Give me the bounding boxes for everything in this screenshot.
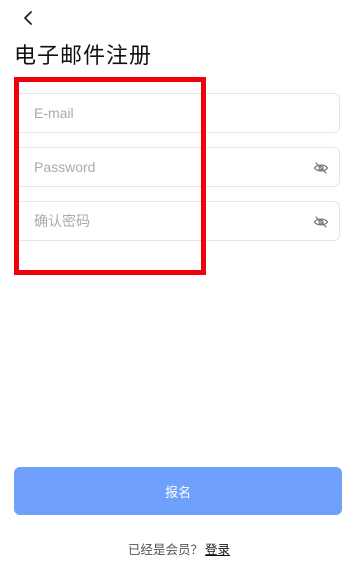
confirm-password-input[interactable]: [34, 202, 304, 240]
register-button[interactable]: 报名: [14, 467, 342, 515]
email-field[interactable]: [14, 93, 340, 133]
login-link[interactable]: 登录: [205, 542, 230, 557]
eye-off-icon[interactable]: [313, 214, 329, 230]
login-prompt: 已经是会员？ 登录: [0, 539, 358, 558]
back-button[interactable]: [14, 4, 42, 32]
signup-page: 电子邮件注册 报名 已经是会员？登录: [0, 0, 358, 566]
page-title: 电子邮件注册: [14, 44, 153, 69]
confirm-password-field[interactable]: [14, 201, 340, 241]
chevron-left-icon: [24, 11, 32, 25]
login-prompt-text: 已经是会员？: [127, 542, 203, 557]
email-input[interactable]: [34, 94, 304, 132]
password-input[interactable]: [34, 148, 304, 186]
eye-off-icon[interactable]: [313, 160, 329, 176]
password-field[interactable]: [14, 147, 340, 187]
